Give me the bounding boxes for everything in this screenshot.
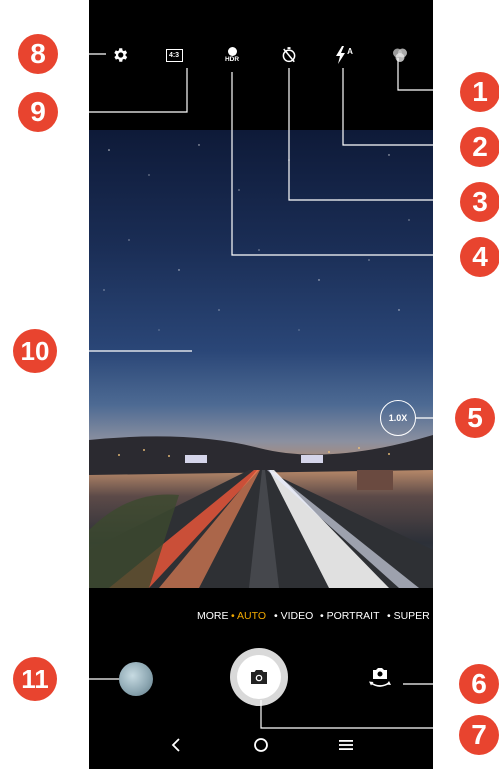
mode-more[interactable]: MORE xyxy=(197,610,229,622)
back-nav-icon[interactable] xyxy=(164,733,188,757)
callout-4: 4 xyxy=(460,237,499,277)
callout-3: 3 xyxy=(460,182,499,222)
callout-6: 6 xyxy=(459,664,499,704)
hdr-label: HDR xyxy=(224,55,240,63)
shutter-inner xyxy=(237,655,281,699)
night-highway-scene xyxy=(89,144,433,588)
flash-auto-icon[interactable]: A xyxy=(331,42,357,68)
callout-7: 7 xyxy=(459,715,499,755)
home-nav-icon[interactable] xyxy=(249,733,273,757)
flash-auto-label: A xyxy=(347,46,353,56)
hdr-icon[interactable]: HDR xyxy=(219,42,245,68)
camera-top-bar: 4:3 HDR A xyxy=(89,0,433,130)
mode-selector[interactable]: MORE • AUTO • VIDEO • PORTRAIT • SUPER xyxy=(89,610,433,630)
recents-nav-icon[interactable] xyxy=(334,733,358,757)
shutter-button[interactable] xyxy=(230,648,288,706)
camera-icon xyxy=(251,670,267,684)
mode-portrait[interactable]: • PORTRAIT xyxy=(320,610,380,622)
callout-8: 8 xyxy=(18,34,58,74)
callout-9: 9 xyxy=(18,92,58,132)
callout-5: 5 xyxy=(455,398,495,438)
mode-super[interactable]: • SUPER xyxy=(387,610,430,622)
mode-auto[interactable]: • AUTO xyxy=(231,610,266,622)
callout-1: 1 xyxy=(460,72,499,112)
callout-10: 10 xyxy=(13,329,57,373)
viewfinder-preview[interactable]: 1.0X xyxy=(89,130,433,588)
aspect-ratio-icon[interactable]: 4:3 xyxy=(161,42,187,68)
callout-11: 11 xyxy=(13,657,57,701)
zoom-toggle-button[interactable]: 1.0X xyxy=(380,400,416,436)
filter-icon[interactable] xyxy=(387,42,413,68)
gallery-thumbnail[interactable] xyxy=(119,662,153,696)
mode-video[interactable]: • VIDEO xyxy=(274,610,313,622)
callout-2: 2 xyxy=(460,127,499,167)
timer-off-icon[interactable] xyxy=(276,42,302,68)
camera-screen: 4:3 HDR A 1.0X MORE • AUTO • VIDEO • POR… xyxy=(89,0,433,769)
switch-camera-icon[interactable] xyxy=(368,667,392,691)
gear-icon[interactable] xyxy=(107,42,133,68)
hdr-dot xyxy=(227,46,237,56)
aspect-ratio-label: 4:3 xyxy=(165,48,183,62)
